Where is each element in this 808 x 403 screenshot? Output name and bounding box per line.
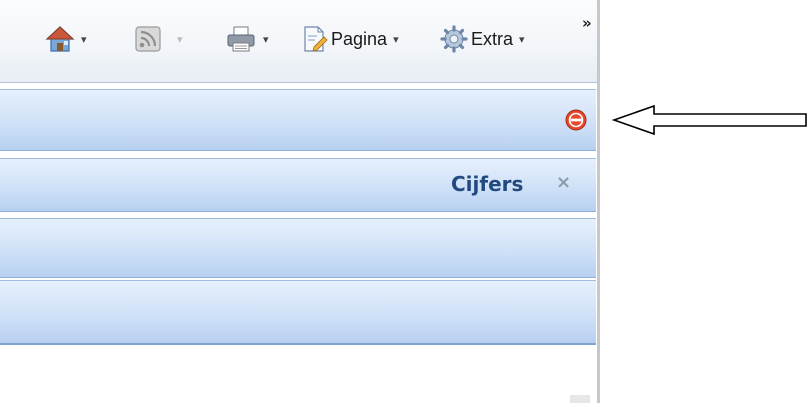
annotation-arrow-icon xyxy=(612,104,807,136)
gear-icon xyxy=(440,25,468,53)
print-dropdown-arrow[interactable]: ▾ xyxy=(263,34,269,45)
page-menu-button[interactable]: Pagina ▾ xyxy=(302,22,399,56)
feeds-dropdown-arrow[interactable]: ▾ xyxy=(177,34,183,45)
tools-menu-button[interactable]: Extra ▾ xyxy=(440,22,525,56)
content-bar-1 xyxy=(0,218,596,278)
stop-remove-icon[interactable] xyxy=(565,109,587,135)
toolbar-overflow-chevron[interactable]: » xyxy=(582,14,592,32)
header-bar xyxy=(0,89,596,151)
page-icon xyxy=(302,25,328,53)
window-edge xyxy=(597,0,600,403)
browser-window: ▾ ▾ ▾ Pagina ▾ Extra ▾ » Cijfers × xyxy=(0,0,600,403)
content-area xyxy=(0,346,596,403)
home-icon xyxy=(45,24,75,54)
close-icon[interactable]: × xyxy=(556,172,571,193)
print-button[interactable]: ▾ xyxy=(225,22,269,56)
panel-title: Cijfers xyxy=(451,172,524,196)
tools-dropdown-arrow[interactable]: ▾ xyxy=(519,34,525,45)
printer-icon xyxy=(225,25,257,53)
home-dropdown-arrow[interactable]: ▾ xyxy=(81,34,87,45)
command-bar: ▾ ▾ ▾ Pagina ▾ Extra ▾ » xyxy=(0,0,597,83)
rss-feeds-icon xyxy=(135,26,161,52)
tools-menu-label[interactable]: Extra xyxy=(471,29,513,50)
page-menu-label[interactable]: Pagina xyxy=(331,29,387,50)
scrollbar-corner xyxy=(570,395,590,403)
home-button[interactable]: ▾ xyxy=(45,22,87,56)
page-dropdown-arrow[interactable]: ▾ xyxy=(393,34,399,45)
feeds-button[interactable]: ▾ xyxy=(135,22,183,56)
content-bar-2 xyxy=(0,280,596,345)
